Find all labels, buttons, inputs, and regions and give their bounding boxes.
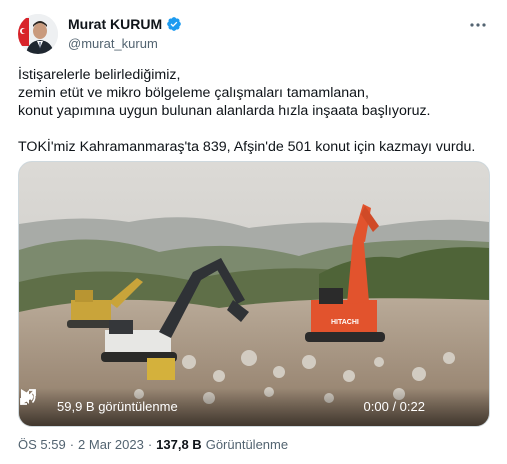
avatar[interactable] [18, 14, 58, 54]
video-time: 0:00 / 0:22 [363, 399, 425, 414]
author-handle[interactable]: @murat_kurum [68, 36, 158, 51]
tweet-text: İstişarelerle belirlediğimiz, zemin etüt… [18, 66, 488, 156]
more-options-icon[interactable] [467, 14, 489, 36]
video-view-count: 59,9 B görüntülenme [57, 399, 178, 414]
tweet-view-count: 137,8 B [156, 437, 202, 452]
tweet-text-line: İstişarelerle belirlediğimiz, [18, 67, 181, 83]
tweet-text-line: zemin etüt ve mikro bölgeleme çalışmalar… [18, 85, 369, 101]
video-thumbnail: HITACHI [19, 162, 489, 426]
meta-separator: · [147, 437, 153, 452]
verified-badge-icon [167, 17, 181, 31]
author-display-name[interactable]: Murat KURUM [68, 16, 162, 32]
tweet-text-line: konut yapımına uygun bulunan alanlarda h… [18, 103, 431, 119]
fullscreen-icon[interactable] [19, 388, 37, 406]
meta-separator: · [69, 437, 75, 452]
video-player[interactable]: HITACHI 59,9 B görüntülenme 0:00 / 0:22 [18, 161, 490, 427]
tweet-time[interactable]: ÖS 5:59 [18, 437, 66, 452]
author-name-row: Murat KURUM [68, 16, 182, 32]
excavator-brand-label: HITACHI [331, 319, 359, 326]
avatar-photo [18, 14, 58, 54]
tweet-view-label: Görüntülenme [205, 437, 289, 452]
video-controls: 59,9 B görüntülenme 0:00 / 0:22 [19, 388, 489, 426]
tweet-card: Murat KURUM @murat_kurum İstişarelerle b… [0, 0, 507, 464]
tweet-text-line: TOKİ'miz Kahramanmaraş'ta 839, Afşin'de … [18, 139, 476, 155]
tweet-date[interactable]: 2 Mar 2023 [78, 437, 144, 452]
tweet-meta: ÖS 5:59 · 2 Mar 2023 · 137,8 B Görüntüle… [18, 437, 288, 452]
